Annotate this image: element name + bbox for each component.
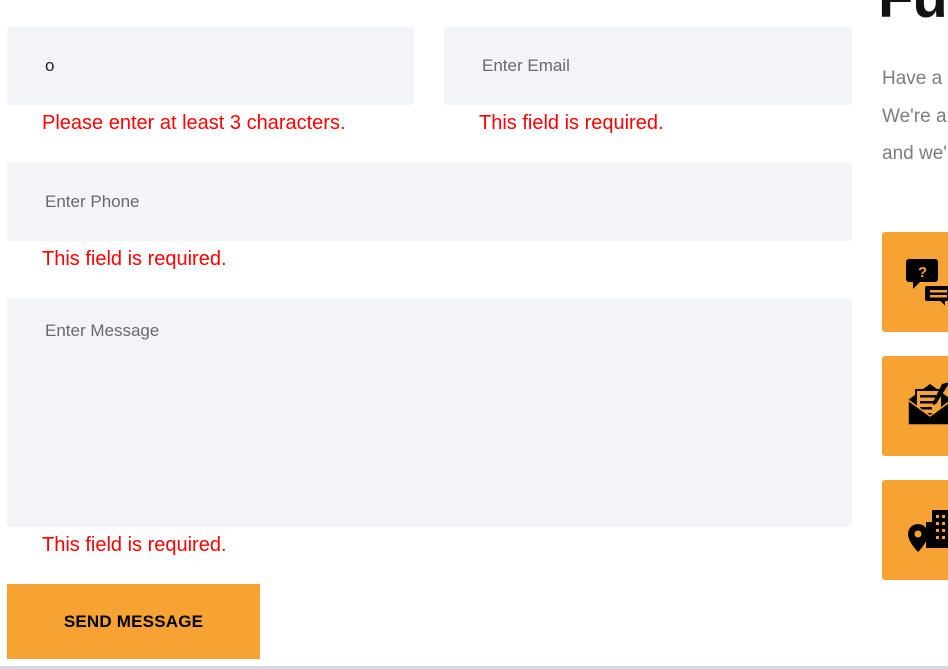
send-message-button[interactable]: SEND MESSAGE — [7, 584, 260, 659]
intro-line: and we' — [882, 143, 947, 164]
phone-error: This field is required. — [42, 248, 227, 270]
question-chat-icon: ? — [906, 259, 948, 306]
intro-text: Have a We're a and we' — [882, 60, 948, 173]
intro-line: Have a — [882, 68, 943, 89]
message-error: This field is required. — [42, 534, 227, 556]
contact-card-faq: ? — [882, 232, 948, 332]
name-input[interactable] — [7, 27, 414, 105]
name-error: Please enter at least 3 characters. — [42, 112, 346, 134]
message-textarea[interactable] — [7, 298, 852, 527]
location-building-icon — [908, 510, 948, 552]
email-error: This field is required. — [479, 112, 664, 134]
svg-text:?: ? — [918, 264, 927, 281]
email-input[interactable] — [444, 27, 852, 105]
contact-heading: Fu — [878, 0, 948, 28]
intro-line: We're a — [882, 105, 947, 127]
phone-input[interactable] — [7, 162, 852, 241]
contact-card-email — [882, 356, 948, 456]
envelope-letter-icon — [907, 382, 948, 426]
contact-card-address — [882, 480, 948, 580]
